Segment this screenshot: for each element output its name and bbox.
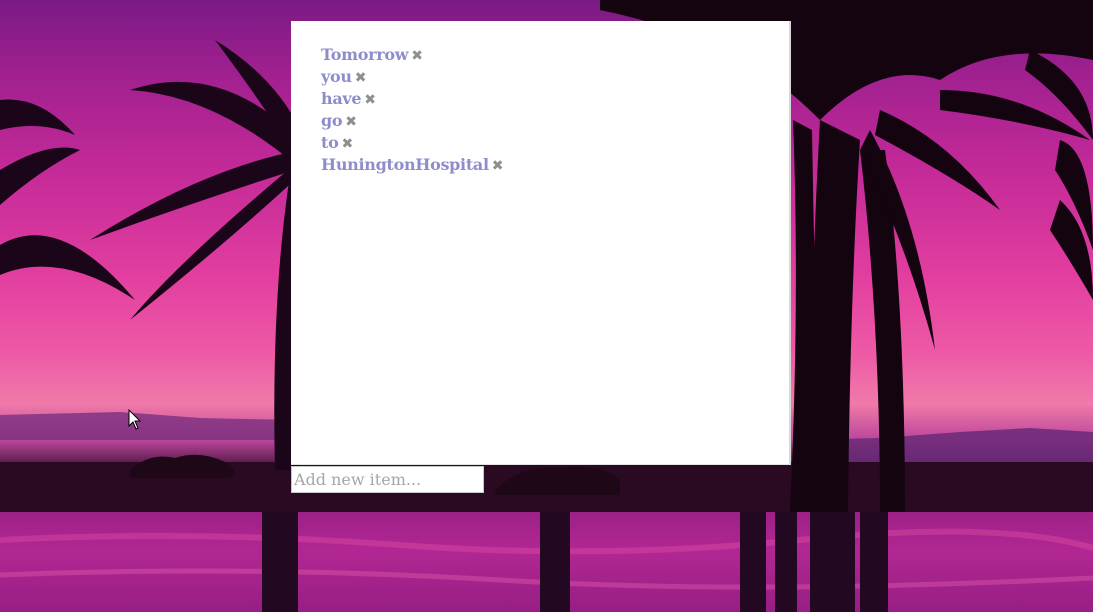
todo-item: you ✖ — [321, 66, 789, 88]
todo-item: to ✖ — [321, 132, 789, 154]
close-icon[interactable]: ✖ — [492, 155, 504, 177]
close-icon[interactable]: ✖ — [355, 67, 367, 89]
add-item-input[interactable] — [291, 466, 484, 493]
close-icon[interactable]: ✖ — [364, 89, 376, 111]
close-icon[interactable]: ✖ — [345, 111, 357, 133]
todo-item: HuningtonHospital ✖ — [321, 154, 789, 176]
todo-item-text: Tomorrow — [321, 45, 409, 64]
close-icon[interactable]: ✖ — [341, 133, 353, 155]
todo-item-text: to — [321, 133, 339, 152]
todo-item-text: have — [321, 89, 362, 108]
todo-item: have ✖ — [321, 88, 789, 110]
todo-item-text: HuningtonHospital — [321, 155, 489, 174]
todo-item: Tomorrow ✖ — [321, 44, 789, 66]
todo-item-text: you — [321, 67, 352, 86]
mouse-pointer-icon — [128, 409, 142, 430]
todo-item-text: go — [321, 111, 343, 130]
close-icon[interactable]: ✖ — [411, 45, 423, 67]
todo-list: Tomorrow ✖ you ✖ have ✖ go ✖ to ✖ HuningtonHo… — [291, 21, 789, 176]
todo-item: go ✖ — [321, 110, 789, 132]
todo-list-panel: Tomorrow ✖ you ✖ have ✖ go ✖ to ✖ HuningtonHo… — [291, 21, 791, 465]
